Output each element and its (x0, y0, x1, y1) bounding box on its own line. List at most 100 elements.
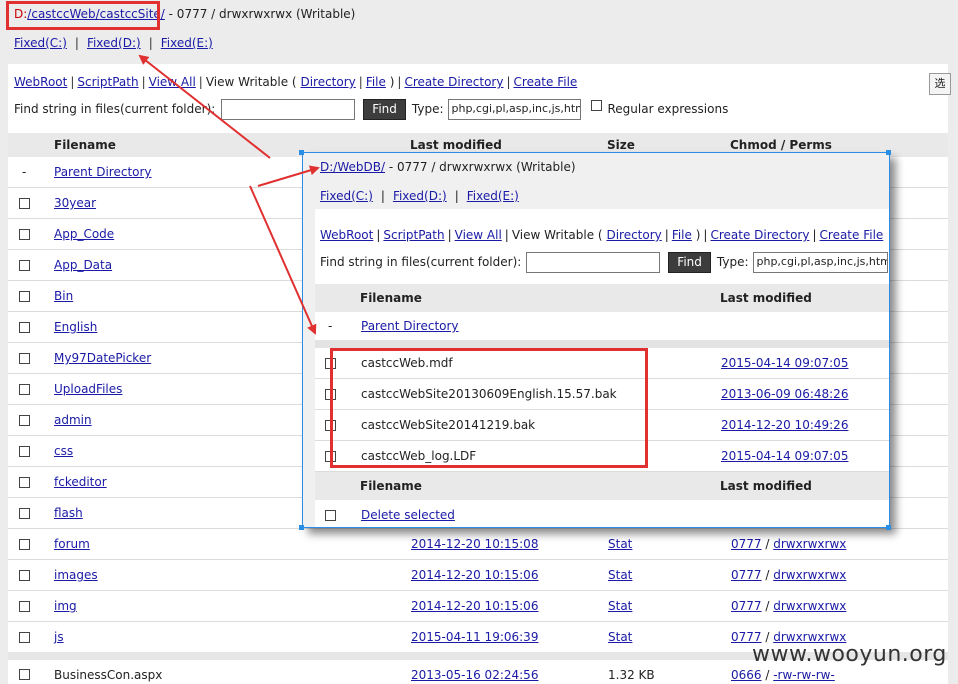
row-modified-link[interactable]: 2014-12-20 10:15:08 (411, 537, 538, 551)
row-name-link[interactable]: flash (54, 506, 83, 520)
header-size[interactable]: Size (607, 138, 635, 152)
row-checkbox[interactable] (19, 353, 30, 364)
row-checkbox[interactable] (19, 632, 30, 643)
regex-checkbox[interactable] (590, 99, 602, 111)
overlay-create-directory-link[interactable]: Create Directory (710, 228, 809, 242)
row-mode-link[interactable]: drwxrwxrwx (773, 568, 846, 582)
overlay-drive-d-link[interactable]: Fixed(D:) (393, 189, 447, 203)
overlay-find-button[interactable]: Find (668, 251, 711, 273)
row-checkbox[interactable] (19, 198, 30, 209)
overlay-create-file-link[interactable]: Create File (820, 228, 884, 242)
scriptpath-link[interactable]: ScriptPath (77, 75, 138, 89)
row-name-link[interactable]: fckeditor (54, 475, 107, 489)
view-writable-directory-link[interactable]: Directory (300, 75, 355, 89)
row-checkbox[interactable] (19, 539, 30, 550)
row-checkbox[interactable] (19, 260, 30, 271)
row-mode-link[interactable]: drwxrwxrwx (773, 599, 846, 613)
row-checkbox[interactable] (19, 477, 30, 488)
parent-directory-link[interactable]: Parent Directory (54, 165, 152, 179)
overlay-file-link[interactable]: File (672, 228, 692, 242)
files-highlight-box (330, 348, 648, 468)
create-file-link[interactable]: Create File (514, 75, 578, 89)
row-checkbox[interactable] (19, 384, 30, 395)
webroot-link[interactable]: WebRoot (14, 75, 67, 89)
row-stat-link[interactable]: Stat (608, 599, 632, 613)
row-checkbox[interactable] (19, 415, 30, 426)
overlay-viewall-link[interactable]: View All (455, 228, 502, 242)
viewall-link[interactable]: View All (149, 75, 196, 89)
row-stat-link[interactable]: Stat (608, 568, 632, 582)
row-checkbox[interactable] (19, 570, 30, 581)
row-chmod-link[interactable]: 0777 (731, 537, 762, 551)
row-modified-link[interactable]: 2014-12-20 10:15:06 (411, 568, 538, 582)
overlay-path-link[interactable]: D:/WebDB/ (320, 160, 385, 174)
webdb-overlay-panel: D:/WebDB/ - 0777 / drwxrwxrwx (Writable)… (302, 152, 890, 528)
overlay-file-modified[interactable]: 2014-12-20 10:49:26 (721, 418, 848, 432)
row-name-link[interactable]: Bin (54, 289, 73, 303)
find-string-input[interactable] (221, 98, 356, 120)
row-checkbox[interactable] (19, 446, 30, 457)
overlay-scriptpath-link[interactable]: ScriptPath (383, 228, 444, 242)
find-button[interactable]: Find (363, 98, 406, 120)
overlay-nav-links: WebRoot | ScriptPath | View All | View Writabl… (320, 228, 884, 242)
row-checkbox[interactable] (19, 669, 30, 680)
overlay-file-modified[interactable]: 2013-06-09 06:48:26 (721, 387, 848, 401)
overlay-drive-c-link[interactable]: Fixed(C:) (320, 189, 373, 203)
row-modified-link[interactable]: 2015-04-11 19:06:39 (411, 630, 538, 644)
row-checkbox[interactable] (19, 601, 30, 612)
row-name-link[interactable]: 30year (54, 196, 96, 210)
type-input[interactable]: php,cgi,pl,asp,inc,js,htm (447, 98, 581, 120)
row-name-link[interactable]: My97DatePicker (54, 351, 151, 365)
overlay-file-modified[interactable]: 2015-04-14 09:07:05 (721, 356, 848, 370)
row-name-link[interactable]: UploadFiles (54, 382, 122, 396)
view-writable-file-link[interactable]: File (366, 75, 386, 89)
select-all-checkbox[interactable] (325, 510, 336, 521)
overlay-drive-list: Fixed(C:) | Fixed(D:) | Fixed(E:) (320, 189, 519, 203)
overlay-file-modified[interactable]: 2015-04-14 09:07:05 (721, 449, 848, 463)
row-chmod-link[interactable]: 0777 (731, 568, 762, 582)
overlay-parent-link[interactable]: Parent Directory (361, 319, 459, 333)
overlay-actions-row: Delete selected (315, 500, 889, 527)
row-name-link[interactable]: css (54, 444, 73, 458)
drive-separator: | (380, 189, 385, 203)
drive-e-link[interactable]: Fixed(E:) (161, 36, 213, 50)
row-mode-link[interactable]: drwxrwxrwx (773, 537, 846, 551)
row-modified-link[interactable]: 2014-12-20 10:15:06 (411, 599, 538, 613)
overlay-header-last-modified[interactable]: Last modified (720, 291, 812, 305)
row-name-link[interactable]: App_Data (54, 258, 112, 272)
file-modified-link[interactable]: 2013-05-16 02:24:56 (411, 668, 538, 682)
row-stat-link[interactable]: Stat (608, 537, 632, 551)
row-name-link[interactable]: English (54, 320, 97, 334)
path-permissions: - 0777 / drwxrwxrwx (Writable) (164, 7, 356, 21)
delete-selected-link[interactable]: Delete selected (361, 508, 455, 522)
drive-d-link[interactable]: Fixed(D:) (87, 36, 141, 50)
edge-button[interactable]: 选 (929, 73, 951, 95)
overlay-drive-e-link[interactable]: Fixed(E:) (467, 189, 519, 203)
overlay-type-input[interactable]: php,cgi,pl,asp,inc,js,htm (752, 251, 888, 273)
row-name-link[interactable]: js (54, 630, 64, 644)
row-name-link[interactable]: admin (54, 413, 92, 427)
row-stat-link[interactable]: Stat (608, 630, 632, 644)
overlay-find-input[interactable] (526, 251, 661, 273)
row-checkbox[interactable] (19, 508, 30, 519)
file-mode-link[interactable]: -rw-rw-rw- (773, 668, 835, 682)
header-last-modified[interactable]: Last modified (410, 138, 502, 152)
overlay-view-writable-label: View Writable ( (511, 228, 603, 242)
file-chmod-link[interactable]: 0666 (731, 668, 762, 682)
drive-c-link[interactable]: Fixed(C:) (14, 36, 67, 50)
row-name-link[interactable]: images (54, 568, 98, 582)
header-perms[interactable]: Chmod / Perms (730, 138, 832, 152)
overlay-webroot-link[interactable]: WebRoot (320, 228, 373, 242)
overlay-header-filename[interactable]: Filename (360, 291, 422, 305)
row-perms: 0777 / drwxrwxrwx (731, 537, 847, 551)
overlay-directory-link[interactable]: Directory (606, 228, 661, 242)
header-filename[interactable]: Filename (54, 138, 116, 152)
row-name-link[interactable]: forum (54, 537, 90, 551)
create-directory-link[interactable]: Create Directory (404, 75, 503, 89)
row-name-link[interactable]: App_Code (54, 227, 114, 241)
row-checkbox[interactable] (19, 229, 30, 240)
row-checkbox[interactable] (19, 291, 30, 302)
row-checkbox[interactable] (19, 322, 30, 333)
row-name-link[interactable]: img (54, 599, 77, 613)
row-chmod-link[interactable]: 0777 (731, 599, 762, 613)
